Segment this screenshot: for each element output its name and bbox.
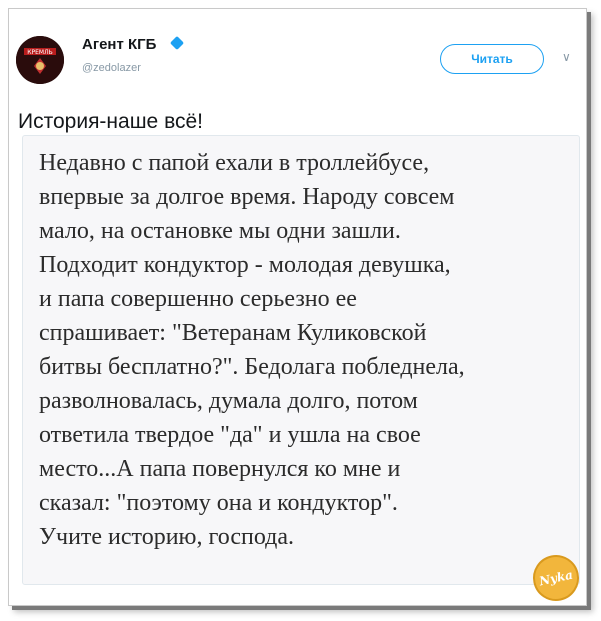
card-text-line: битвы бесплатно?". Бедолага побледнела, bbox=[39, 354, 465, 380]
card-text: Недавно с папой ехали в троллейбусе, впе… bbox=[39, 146, 569, 554]
avatar-logo-text: КРЕМЛЬ bbox=[27, 49, 52, 56]
card-text-line: ответила твердое "да" и ушла на свое bbox=[39, 422, 421, 448]
card-text-line: и папа совершенно серьезно ее bbox=[39, 286, 357, 312]
card-text-line: Учите историю, господа. bbox=[39, 524, 294, 550]
card-text-line: разволновалась, думала долго, потом bbox=[39, 388, 418, 414]
kremlin-logo-icon: КРЕМЛЬ bbox=[16, 36, 64, 84]
avatar[interactable]: КРЕМЛЬ bbox=[16, 36, 64, 84]
card-text-line: Подходит кондуктор - молодая девушка, bbox=[39, 252, 451, 278]
author-handle[interactable]: @zedolazer bbox=[82, 62, 141, 74]
image-card[interactable]: Недавно с папой ехали в троллейбусе, впе… bbox=[22, 135, 580, 585]
card-text-line: мало, на остановке мы одни зашли. bbox=[39, 218, 401, 244]
follow-button[interactable]: Читать bbox=[440, 44, 544, 74]
card-text-line: впервые за долгое время. Народу совсем bbox=[39, 184, 455, 210]
tweet-text: История-наше всё! bbox=[18, 110, 204, 133]
card-text-line: спрашивает: "Ветеранам Куликовской bbox=[39, 320, 427, 346]
card-text-line: сказал: "поэтому она и кондуктор". bbox=[39, 490, 398, 516]
card-text-line: место...А папа повернулся ко мне и bbox=[39, 456, 401, 482]
chevron-down-icon[interactable]: ∨ bbox=[562, 50, 571, 64]
card-text-line: Недавно с папой ехали в троллейбусе, bbox=[39, 150, 430, 176]
author-name[interactable]: Агент КГБ bbox=[82, 36, 156, 53]
